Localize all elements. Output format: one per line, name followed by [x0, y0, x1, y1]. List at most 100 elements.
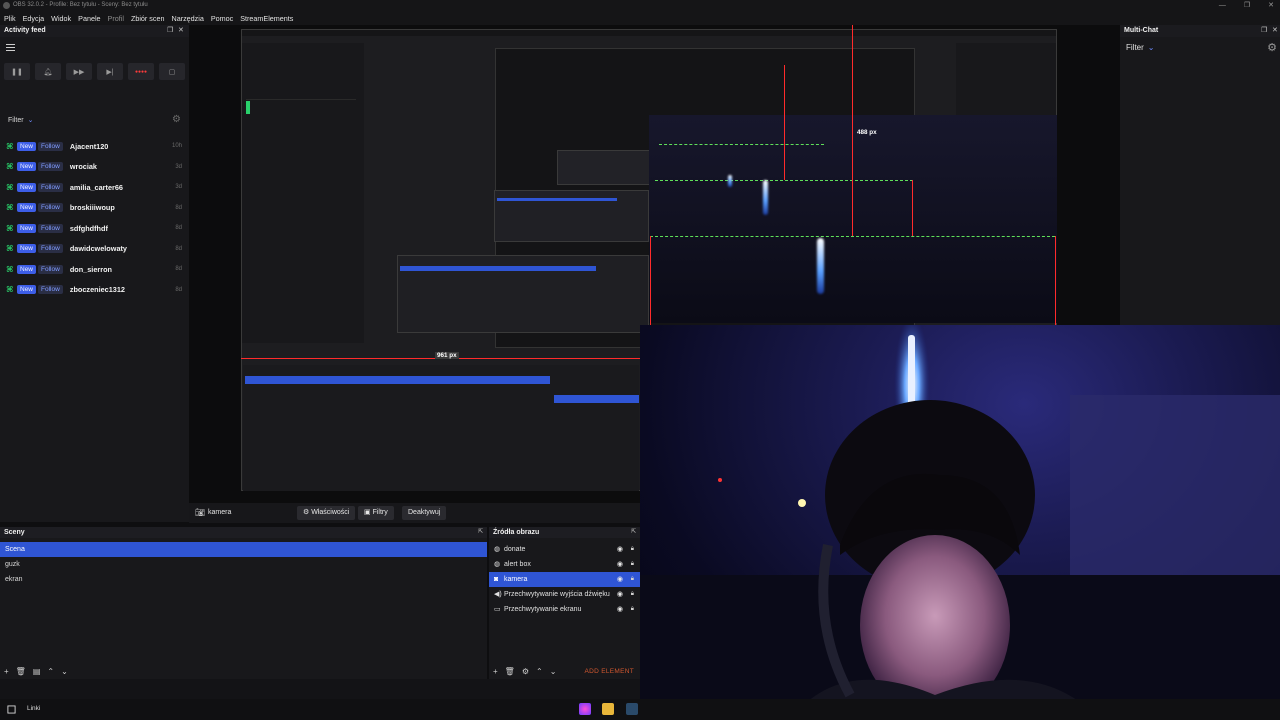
pause-button[interactable]: ❚❚	[4, 63, 30, 80]
guide-red-left	[650, 236, 651, 326]
move-down-icon[interactable]: ⌄	[550, 667, 557, 676]
webcam-feed	[640, 325, 1280, 720]
guide-dash-3	[650, 236, 1055, 237]
list-item[interactable]: ⌘ New Follow amilia_carter66 3d	[0, 177, 189, 198]
scenes-title: Sceny	[4, 529, 25, 536]
lock-icon[interactable]: 🔒︎	[631, 572, 634, 587]
minimize-button[interactable]: —	[1219, 0, 1226, 11]
recursive-layer-4	[557, 150, 659, 185]
multi-chat-dock: Multi-Chat ❐ ✕ Filter ⌄ ⚙	[1120, 25, 1280, 325]
filters-label: Filtry	[372, 509, 388, 516]
pause-icon: ❚❚	[11, 68, 23, 76]
scene-item[interactable]: Scena	[0, 542, 487, 557]
follow-icon: ⌘	[6, 162, 14, 172]
menu-help[interactable]: Pomoc	[211, 14, 233, 23]
follow-icon: ⌘	[6, 285, 14, 295]
add-scene-icon[interactable]: +	[4, 667, 9, 676]
menu-streamelements[interactable]: StreamElements	[240, 14, 293, 23]
record-toggle-button[interactable]: ●●●●	[128, 63, 154, 80]
follow-icon: ⌘	[6, 223, 14, 233]
list-item[interactable]: ⌘ New Follow sdfghdfhdf 8d	[0, 218, 189, 239]
lock-icon[interactable]: 🔒︎	[631, 557, 634, 572]
chevron-down-icon: ⌄	[1147, 43, 1155, 52]
menu-docks[interactable]: Panele	[78, 14, 100, 23]
source-item[interactable]: ◀) Przechwytywanie wyjścia dźwięku ◉ 🔒︎	[489, 587, 640, 602]
badge-new: New	[17, 203, 37, 213]
menu-profile[interactable]: Profil	[108, 14, 124, 23]
list-item[interactable]: ⌘ New Follow zboczeniec1312 8d	[0, 280, 189, 301]
skip-button[interactable]: ▶▶	[66, 63, 92, 80]
dock-menu-icon[interactable]: ⇱	[631, 527, 636, 538]
menu-edit[interactable]: Edycja	[23, 14, 45, 23]
multi-chat-filter-label: Filter	[1126, 43, 1144, 52]
properties-button[interactable]: ⚙ Właściwości	[297, 506, 356, 520]
badge-new: New	[17, 244, 37, 254]
undock-icon[interactable]: ❐	[1261, 25, 1267, 37]
obs-taskbar-icon[interactable]	[579, 703, 591, 715]
distance-label-961: 961 px	[435, 352, 459, 359]
list-item[interactable]: ⌘ New Follow wrociak 3d	[0, 157, 189, 178]
scene-item[interactable]: ekran	[0, 572, 487, 587]
popout-button[interactable]: ▢	[159, 63, 185, 80]
trash-icon[interactable]: 🗑︎	[16, 667, 26, 676]
menu-file[interactable]: Plik	[4, 14, 16, 23]
hamburger-menu-icon[interactable]	[6, 44, 15, 53]
move-up-icon[interactable]: ⌃	[47, 667, 54, 676]
guide-dash-2	[655, 180, 913, 181]
follow-icon: ⌘	[6, 264, 14, 274]
list-item[interactable]: ⌘ New Follow broskiiiwoup 8d	[0, 198, 189, 219]
list-item[interactable]: ⌘ New Follow Ajacent120 10h	[0, 136, 189, 157]
gear-icon[interactable]: ⚙	[172, 114, 181, 125]
gear-icon[interactable]: ⚙	[1267, 41, 1277, 54]
maximize-button[interactable]: ❐	[1244, 0, 1250, 11]
gear-icon[interactable]: ⚙	[522, 667, 529, 676]
menu-tools[interactable]: Narzędzia	[172, 14, 204, 23]
folder-icon[interactable]	[602, 703, 614, 715]
source-item[interactable]: ◍ alert box ◉ 🔒︎	[489, 557, 640, 572]
scene-item[interactable]: guzk	[0, 557, 487, 572]
multi-chat-filter-dropdown[interactable]: Filter ⌄	[1126, 43, 1154, 52]
add-element-button[interactable]: ADD ELEMENT	[584, 668, 634, 675]
activity-filter-dropdown[interactable]: Filter ⌄	[8, 116, 33, 124]
taskbar-label[interactable]: Linki	[27, 705, 40, 712]
camera-icon: ◙	[494, 576, 499, 583]
source-name: alert box	[504, 561, 531, 568]
list-item[interactable]: ⌘ New Follow dawidcwelowaty 8d	[0, 239, 189, 260]
deactivate-button[interactable]: Deaktywuj	[402, 506, 447, 520]
steam-icon[interactable]	[626, 703, 638, 715]
skip-next-button[interactable]: ▶|	[97, 63, 123, 80]
list-item[interactable]: ⌘ New Follow don_sierron 8d	[0, 259, 189, 280]
menu-scene-collection[interactable]: Zbiór scen	[131, 14, 165, 23]
close-dock-icon[interactable]: ✕	[178, 25, 184, 37]
lock-icon[interactable]: 🔒︎	[631, 542, 634, 557]
visibility-eye-icon[interactable]: ◉	[617, 587, 623, 602]
filter-icon[interactable]: ▤	[33, 667, 41, 676]
source-item[interactable]: ◍ donate ◉ 🔒︎	[489, 542, 640, 557]
status-bar	[0, 679, 640, 699]
close-dock-icon[interactable]: ✕	[1272, 25, 1278, 37]
menu-view[interactable]: Widok	[51, 14, 71, 23]
follow-icon: ⌘	[6, 244, 14, 254]
move-up-icon[interactable]: ⌃	[536, 667, 543, 676]
visibility-eye-icon[interactable]: ◉	[617, 602, 623, 617]
guide-red-right-1	[912, 180, 913, 236]
visibility-eye-icon[interactable]: ◉	[617, 572, 623, 587]
visibility-eye-icon[interactable]: ◉	[617, 542, 623, 557]
guide-red-right-2	[1055, 236, 1056, 326]
lock-icon[interactable]: 🔒︎	[631, 602, 634, 617]
lock-icon[interactable]: 🔒︎	[631, 587, 634, 602]
undock-icon[interactable]: ❐	[167, 25, 173, 37]
trash-icon[interactable]: 🗑︎	[505, 667, 515, 676]
close-window-button[interactable]: ✕	[1268, 0, 1274, 11]
move-down-icon[interactable]: ⌄	[61, 667, 68, 676]
add-source-icon[interactable]: +	[493, 667, 498, 676]
source-item[interactable]: ▭ Przechwytywanie ekranu ◉ 🔒︎	[489, 602, 640, 617]
filters-button[interactable]: ▣ Filtry	[358, 506, 394, 520]
nested-source-selected	[554, 395, 639, 403]
badge-follow: Follow	[38, 162, 63, 172]
source-item[interactable]: ◙ kamera ◉ 🔒︎	[489, 572, 640, 587]
visibility-eye-icon[interactable]: ◉	[617, 557, 623, 572]
notifications-button[interactable]: 🔔︎	[35, 63, 61, 80]
window-titlebar: OBS 32.0.2 - Profile: Bez tytułu - Sceny…	[0, 0, 1280, 11]
dock-menu-icon[interactable]: ⇱	[478, 527, 483, 538]
